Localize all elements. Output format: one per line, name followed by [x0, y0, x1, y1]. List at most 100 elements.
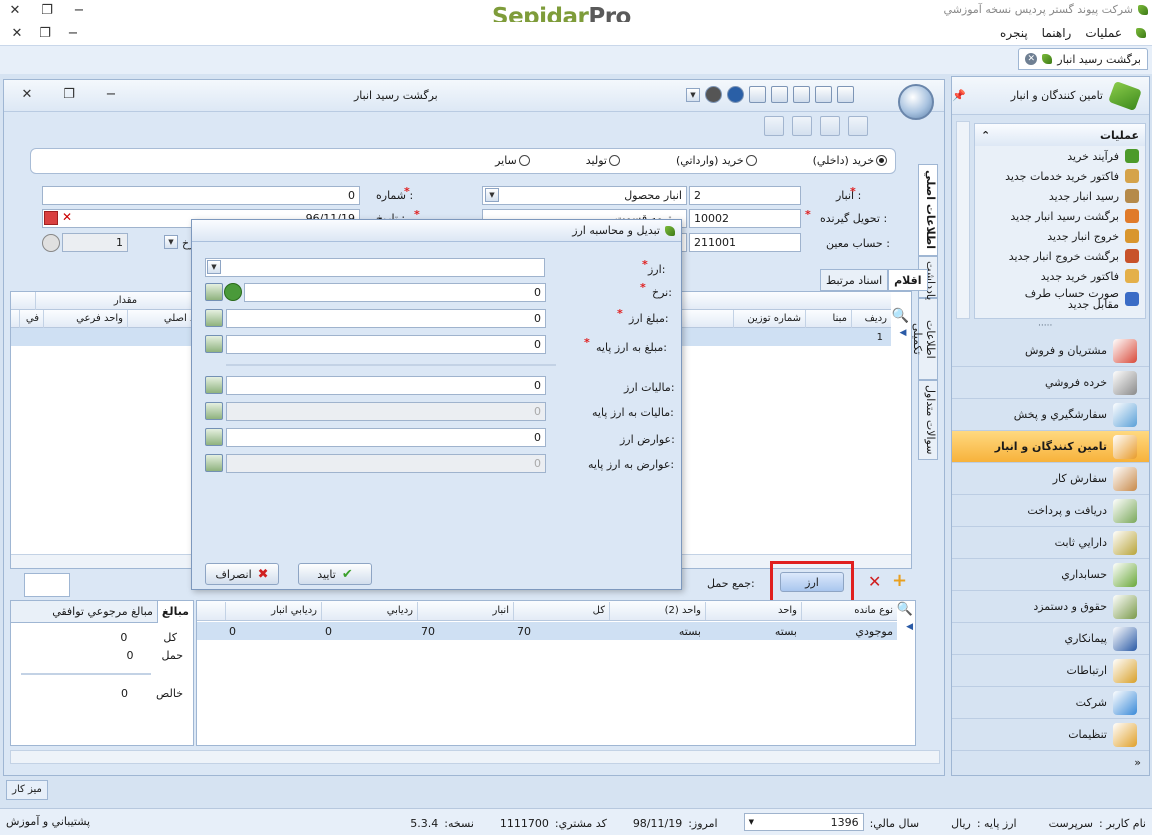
save-icon[interactable] — [815, 86, 832, 103]
module-item[interactable]: سفارش كار — [952, 463, 1149, 495]
save-new-icon[interactable] — [793, 86, 810, 103]
calendar-icon[interactable] — [44, 211, 58, 225]
nerkh-input[interactable]: 1 — [62, 233, 128, 252]
anbar-code-input[interactable]: 2 — [689, 186, 801, 205]
rate-input[interactable]: 0 — [244, 283, 546, 302]
base-amount-input[interactable]: 0 — [226, 335, 546, 354]
fiscal-year-select[interactable]: 1396 ▼ — [743, 813, 864, 831]
calculator-icon[interactable] — [205, 428, 223, 446]
delete-row-icon[interactable]: ✕ — [868, 572, 881, 591]
form-minimize-icon[interactable]: − — [102, 87, 120, 102]
copy-record-icon[interactable] — [848, 116, 868, 136]
arz-select[interactable] — [205, 258, 545, 277]
col-warehouse-tracking[interactable]: رديابي انبار — [225, 601, 321, 620]
calculator-icon[interactable] — [205, 283, 223, 301]
desk-button[interactable]: ميز كار — [6, 780, 48, 800]
restore-icon[interactable]: ❐ — [38, 3, 56, 18]
tab-close-icon[interactable]: ✕ — [1025, 53, 1038, 65]
close-icon[interactable]: ✕ — [6, 3, 24, 18]
col-unit[interactable]: واحد — [705, 601, 801, 620]
op-item[interactable]: فرآيند خريد — [975, 146, 1145, 166]
first-record-icon[interactable] — [764, 116, 784, 136]
tab-extra-info[interactable]: اطلاعات تكميلي — [911, 298, 938, 380]
radio-circle[interactable] — [876, 155, 887, 166]
clear-date-icon[interactable]: ✕ — [62, 210, 72, 224]
minimize-icon[interactable]: − — [70, 3, 88, 18]
op-item[interactable]: فاكتور خريد خدمات جديد — [975, 166, 1145, 186]
tab-items[interactable]: اقلام — [888, 269, 928, 291]
save-close-icon[interactable] — [771, 86, 788, 103]
form-close-icon[interactable]: ✕ — [18, 87, 36, 102]
tab-sums[interactable]: مبالغ — [156, 600, 193, 623]
tab-main-info[interactable]: اطلاعات اصلي — [918, 164, 938, 256]
expand-panel-icon[interactable]: » — [1134, 756, 1141, 769]
currency-dropdown-icon[interactable]: ▼ — [164, 235, 178, 249]
splitter-grip[interactable]: ····· — [1038, 321, 1052, 331]
radio-other[interactable]: ساير — [495, 154, 530, 167]
col-total[interactable]: كل — [513, 601, 609, 620]
col-sub-unit[interactable]: واحد فرعي — [43, 309, 127, 328]
tab-agreed-returns[interactable]: مبالغ مرجوعي توافقي — [48, 601, 157, 623]
calculator-icon[interactable] — [205, 335, 223, 353]
op-item[interactable]: رسيد انبار جديد — [975, 186, 1145, 206]
module-item[interactable]: تامين كنندگان و انبار — [952, 431, 1149, 463]
mdi-close-icon[interactable]: ✕ — [8, 26, 26, 41]
radio-import-purchase[interactable]: خريد (وارداتي) — [676, 154, 757, 167]
module-item[interactable]: ارتباطات — [952, 655, 1149, 687]
grid-search-icon[interactable]: 🔍 — [892, 308, 909, 324]
menu-help[interactable]: راهنما — [1042, 26, 1072, 40]
menu-window[interactable]: پنجره — [1000, 26, 1028, 40]
ops-scrollbar[interactable] — [956, 121, 970, 319]
mdi-restore-icon[interactable]: ❐ — [36, 26, 54, 41]
rate-fetch-icon[interactable] — [224, 283, 242, 301]
radio-circle[interactable] — [518, 155, 530, 166]
tahvil-code-input[interactable]: 10002 — [689, 209, 801, 228]
mdi-minimize-icon[interactable]: − — [64, 26, 82, 41]
toolbar-dropdown-icon[interactable]: ▼ — [686, 87, 700, 102]
op-item[interactable]: فاكتور خريد جديد — [975, 266, 1145, 286]
stock-search-icon[interactable]: 🔍 — [897, 602, 913, 617]
anbar-dropdown-icon[interactable]: ▼ — [485, 188, 499, 202]
rate-refresh-icon[interactable] — [42, 234, 60, 252]
form-restore-icon[interactable]: ❐ — [60, 87, 78, 102]
op-item[interactable]: برگشت خروج انبار جديد — [975, 246, 1145, 266]
base-duty-input[interactable]: 0 — [226, 454, 546, 473]
barcode-icon[interactable] — [24, 573, 70, 597]
tax-input[interactable]: 0 — [226, 376, 546, 395]
tools-icon[interactable] — [705, 86, 722, 103]
support-link[interactable]: پشتيباني و آموزش — [6, 815, 90, 828]
menu-operations[interactable]: عمليات — [1085, 26, 1122, 40]
amount-input[interactable]: 0 — [226, 309, 546, 328]
module-item[interactable]: پيمانكاري — [952, 623, 1149, 655]
col-mabna[interactable]: مبنا — [805, 309, 851, 328]
calculator-icon[interactable] — [205, 402, 223, 420]
col-fee[interactable]: في — [19, 309, 43, 328]
module-item[interactable]: دارايي ثابت — [952, 527, 1149, 559]
hesab-code-input[interactable]: 211001 — [689, 233, 801, 252]
module-item[interactable]: حسابداري — [952, 559, 1149, 591]
new-icon[interactable] — [837, 86, 854, 103]
cancel-button[interactable]: انصراف ✖ — [205, 563, 279, 585]
anbar-name-input[interactable]: انبار محصول — [482, 186, 687, 205]
tab-faq[interactable]: سوالات متداول — [918, 380, 938, 460]
module-item[interactable]: سفارشگيري و پخش — [952, 399, 1149, 431]
collapse-icon[interactable]: ⌃ — [981, 129, 990, 142]
radio-circle[interactable] — [745, 155, 757, 166]
help-icon[interactable] — [727, 86, 744, 103]
col-radif[interactable]: رديف — [851, 309, 891, 328]
add-row-icon[interactable]: + — [892, 570, 907, 591]
col-tozin[interactable]: شماره توزين — [733, 309, 805, 328]
module-item[interactable]: مشتريان و فروش — [952, 335, 1149, 367]
calculator-icon[interactable] — [205, 309, 223, 327]
pin-icon[interactable]: 📌 — [952, 89, 966, 102]
doc-tab[interactable]: ✕ برگشت رسيد انبار — [1018, 48, 1148, 70]
base-tax-input[interactable]: 0 — [226, 402, 546, 421]
radio-circle[interactable] — [608, 155, 620, 166]
arz-dropdown-icon[interactable]: ▼ — [207, 260, 221, 274]
op-item[interactable]: برگشت رسيد انبار جديد — [975, 206, 1145, 226]
shomare-input[interactable]: 0 — [42, 186, 360, 205]
duty-input[interactable]: 0 — [226, 428, 546, 447]
delete-record-icon[interactable] — [820, 116, 840, 136]
module-item[interactable]: شركت — [952, 687, 1149, 719]
module-item[interactable]: خرده فروشي — [952, 367, 1149, 399]
